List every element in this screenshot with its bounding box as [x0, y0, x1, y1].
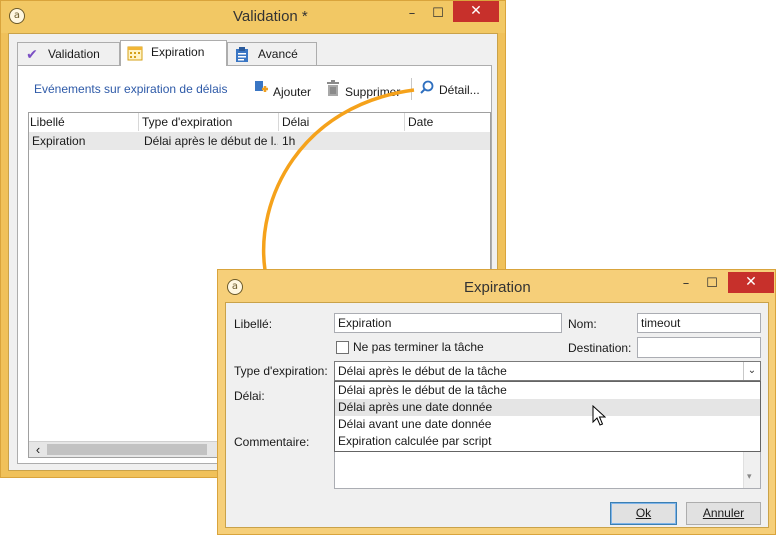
cancel-button[interactable]: Annuler: [686, 502, 761, 525]
destination-input[interactable]: [637, 337, 761, 358]
cancel-label: Annuler: [702, 506, 745, 520]
expiration-type-combobox[interactable]: Délai après le début de la tâche ⌄: [334, 361, 761, 381]
comment-label: Commentaire:: [234, 435, 310, 449]
label-field-label: Libellé:: [234, 317, 273, 331]
scroll-down-arrow-icon[interactable]: ▾: [747, 472, 752, 482]
mouse-cursor-icon: [592, 405, 606, 426]
maximize-button[interactable]: ☐: [699, 275, 725, 295]
no-terminate-label[interactable]: Ne pas terminer la tâche: [353, 339, 484, 355]
tab-expiration-label: Expiration: [151, 45, 205, 59]
expiration-type-label: Type d'expiration:: [234, 364, 328, 378]
expiration-client: Libellé: Expiration Nom: timeout Ne pas …: [225, 302, 769, 528]
calendar-icon: [127, 45, 143, 61]
expiration-window: a Expiration – ☐ ✕ Libellé: Expiration N…: [217, 269, 776, 535]
delay-label: Délai:: [234, 389, 265, 403]
window-title: Expiration: [464, 279, 531, 296]
chevron-down-icon[interactable]: ⌄: [743, 362, 760, 380]
expiration-type-dropdown[interactable]: Délai après le début de la tâche Délai a…: [334, 381, 761, 452]
dropdown-option[interactable]: Expiration calculée par script: [335, 433, 760, 450]
dropdown-option[interactable]: Délai après le début de la tâche: [335, 382, 760, 399]
ok-label: Ok: [635, 506, 652, 520]
expiration-titlebar[interactable]: a Expiration – ☐ ✕: [218, 270, 775, 302]
name-field-label: Nom:: [568, 317, 597, 331]
tab-expiration[interactable]: Expiration: [120, 40, 227, 66]
label-input[interactable]: Expiration: [334, 313, 562, 333]
minimize-button[interactable]: –: [673, 275, 699, 295]
app-icon: a: [227, 279, 243, 295]
expiration-type-selected: Délai après le début de la tâche: [338, 364, 507, 378]
ok-button[interactable]: Ok: [610, 502, 677, 525]
no-terminate-checkbox[interactable]: [336, 341, 349, 354]
dropdown-option-hovered[interactable]: Délai après une date donnée: [335, 399, 760, 416]
destination-label: Destination:: [568, 341, 632, 355]
dropdown-option[interactable]: Délai avant une date donnée: [335, 416, 760, 433]
close-button[interactable]: ✕: [728, 272, 774, 293]
name-input[interactable]: timeout: [637, 313, 761, 333]
